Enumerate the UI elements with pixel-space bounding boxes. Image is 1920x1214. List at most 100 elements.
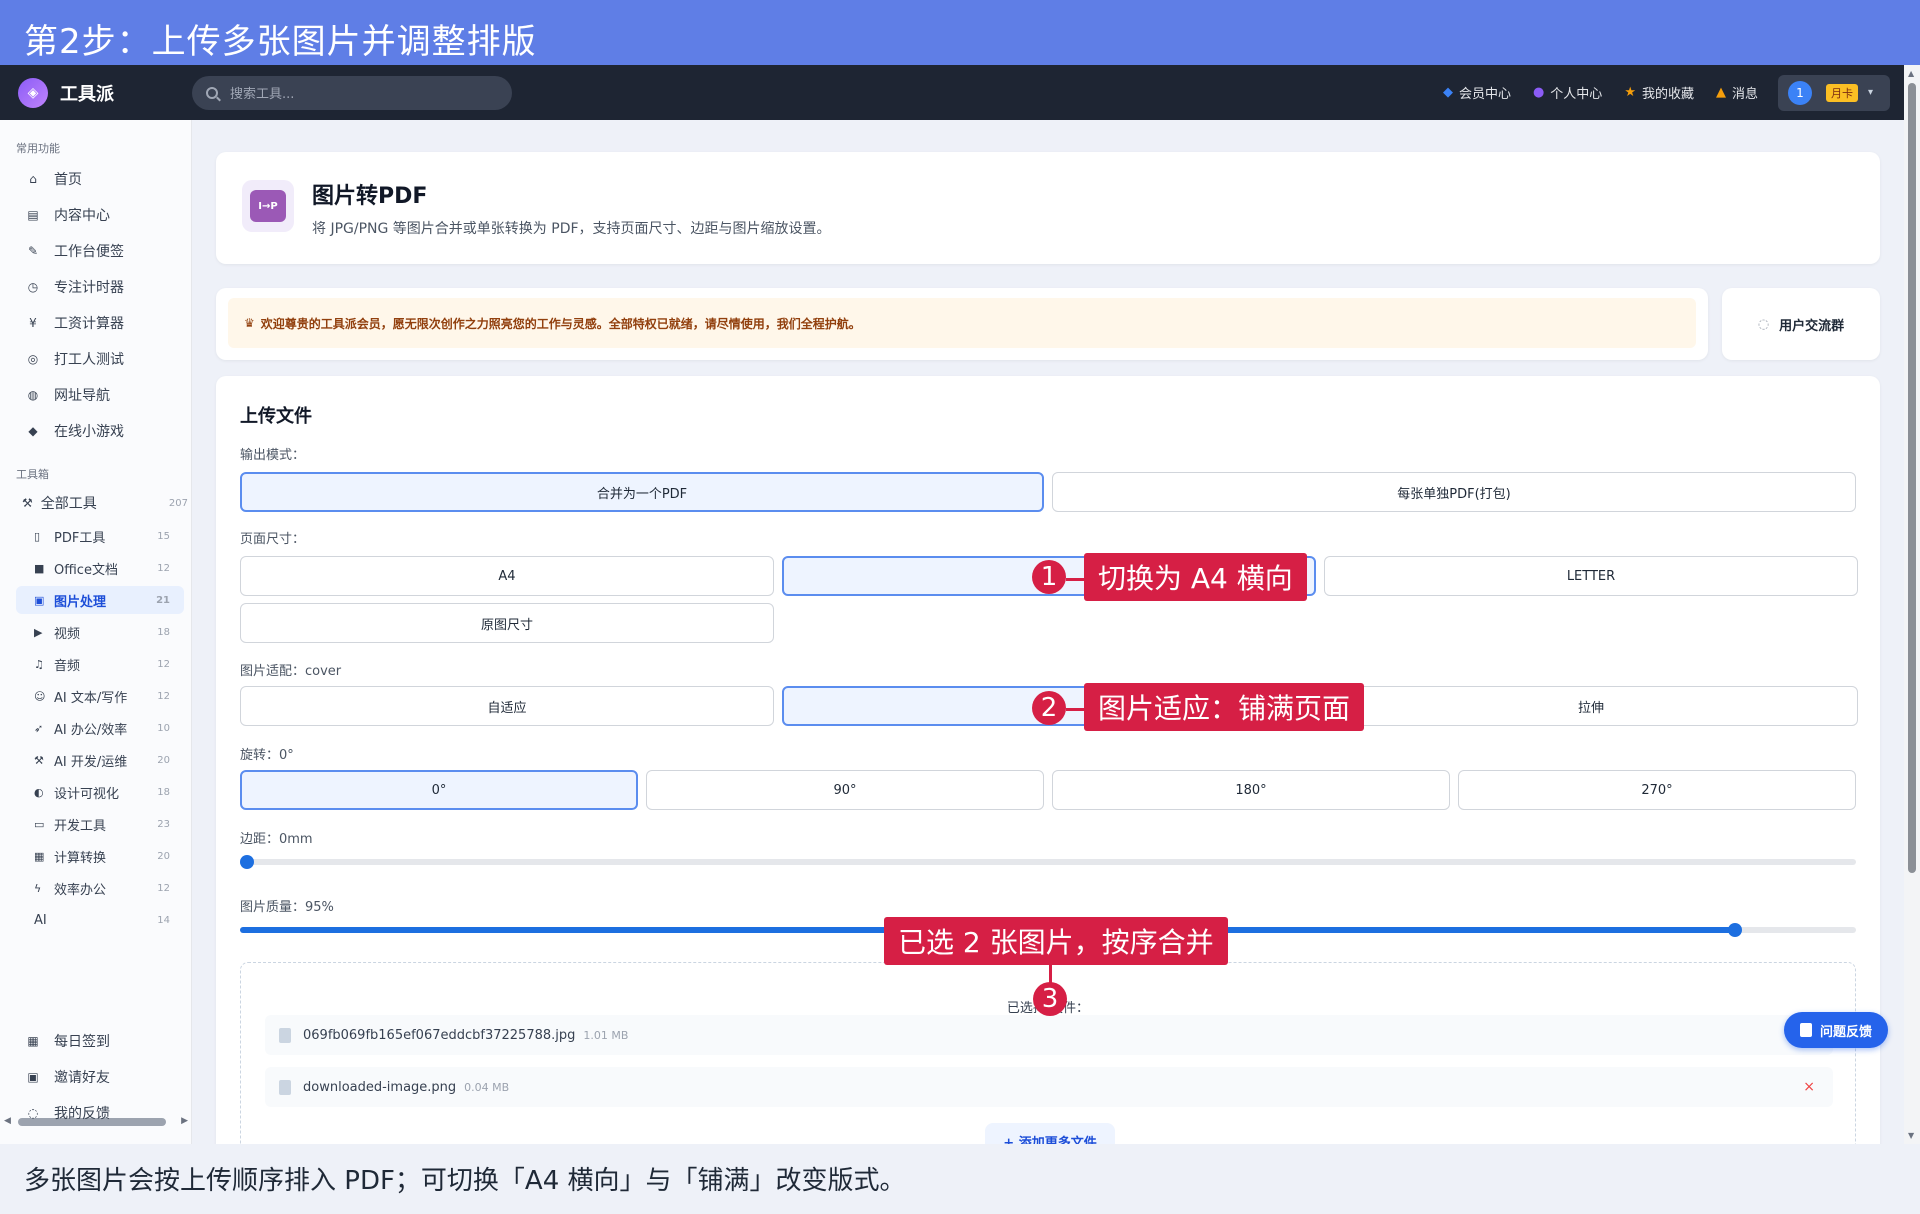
sidebar-item-home[interactable]: ⌂ 首页 [16, 164, 184, 194]
sidebar-category[interactable]: ➶ AI 办公/效率 10 [16, 714, 184, 742]
annotation-marker-1: 1 [1032, 560, 1066, 594]
sidebar-item-calendar[interactable]: ▦ 每日签到 [16, 1026, 184, 1056]
sidebar-item-label: 在线小游戏 [54, 424, 124, 440]
top-nav: ◈ 工具派 搜索工具... ◆ 会员中心 ● 个人中心 ★ 我的收藏 ▲ 消息 1 月卡 ▾ [0, 65, 1920, 120]
bolt-icon: ϟ [34, 881, 42, 895]
sidebar-category[interactable]: ■ Office文档 12 [16, 554, 184, 582]
sidebar-item-note[interactable]: ✎ 工作台便签 [16, 236, 184, 266]
nav-item-diamond[interactable]: ◆ 会员中心 [1443, 83, 1511, 102]
scroll-up-icon[interactable]: ▲ [1908, 69, 1914, 78]
page-size-option[interactable]: A4 [240, 556, 774, 596]
search-icon [206, 86, 218, 99]
rotation-option[interactable]: 90° [646, 770, 1044, 810]
logo-icon: ◈ [18, 77, 48, 108]
sidebar-item-label: AI [34, 912, 47, 928]
sidebar-item-label: 工资计算器 [54, 316, 124, 332]
tool-count: 12 [157, 690, 170, 702]
palette-icon: ◐ [34, 785, 44, 799]
feedback-button[interactable]: 问题反馈 [1784, 1012, 1888, 1048]
tool-count: 12 [157, 562, 170, 574]
sidebar-item-gift[interactable]: ▣ 邀请好友 [16, 1062, 184, 1092]
output-mode-option[interactable]: 每张单独PDF(打包) [1052, 472, 1856, 512]
tool-count: 20 [157, 850, 170, 862]
sidebar-item-label: 网址导航 [54, 388, 110, 404]
logo[interactable]: ◈ 工具派 [18, 77, 192, 108]
membership-badge: 月卡 [1826, 83, 1858, 102]
robot-icon: ☺ [34, 689, 46, 703]
nav-item-label: 消息 [1731, 87, 1758, 102]
rotation-option[interactable]: 0° [240, 770, 638, 810]
sidebar-item-label: 专注计时器 [54, 280, 124, 296]
scroll-left-icon[interactable]: ◀ [4, 1116, 11, 1126]
fit-mode-option[interactable]: 自适应 [240, 686, 774, 726]
scrollbar-thumb[interactable] [1908, 83, 1916, 873]
sidebar-category[interactable]: ☺ AI 文本/写作 12 [16, 682, 184, 710]
slider-knob[interactable] [240, 855, 254, 869]
slider-knob[interactable] [1727, 923, 1742, 937]
logo-text: 工具派 [60, 83, 114, 105]
sidebar-category[interactable]: ▣ 图片处理 21 [16, 586, 184, 614]
tool-count: 18 [157, 626, 170, 638]
tool-count: 12 [157, 658, 170, 670]
sidebar: 常用功能 工具箱 ⚒ 全部工具 207 ◀ ▶ ⌂ 首页 ▤ 内容中心 ✎ 工作台便签 ◷ 专… [0, 120, 192, 1144]
sidebar-category[interactable]: ▦ 计算转换 20 [16, 842, 184, 870]
user-menu[interactable]: 1 月卡 ▾ [1778, 74, 1890, 111]
tool-count: 14 [157, 914, 170, 926]
nav-item-label: 个人中心 [1550, 87, 1603, 102]
sidebar-item-target[interactable]: ◎ 打工人测试 [16, 344, 184, 374]
fit-mode-option[interactable]: 拉伸 [1324, 686, 1858, 726]
remove-file-icon[interactable]: × [1803, 1079, 1815, 1095]
sidebar-category[interactable]: ▯ PDF工具 15 [16, 522, 184, 550]
tool-count: 20 [157, 754, 170, 766]
sidebar-category[interactable]: ♫ 音频 12 [16, 650, 184, 678]
search-input[interactable]: 搜索工具... [192, 75, 512, 110]
margin-slider[interactable] [240, 855, 1856, 869]
annotation-callout-1: 切换为 A4 横向 [1084, 553, 1307, 601]
sidebar-category[interactable]: ⚒ AI 开发/运维 20 [16, 746, 184, 774]
sidebar-item-chat[interactable]: ◌ 我的反馈 [16, 1098, 184, 1128]
page-scrollbar[interactable]: ▲ ▼ [1904, 65, 1920, 1144]
page-title: 图片转PDF [312, 184, 428, 209]
output-mode-option[interactable]: 合并为一个PDF [240, 472, 1044, 512]
sidebar-item-gamepad[interactable]: ◆ 在线小游戏 [16, 416, 184, 446]
sidebar-item-timer[interactable]: ◷ 专注计时器 [16, 272, 184, 302]
chevron-down-icon: ▾ [1868, 87, 1874, 98]
nav-actions: ◆ 会员中心 ● 个人中心 ★ 我的收藏 ▲ 消息 1 月卡 ▾ [1421, 65, 1890, 120]
sidebar-item-globe[interactable]: ◍ 网址导航 [16, 380, 184, 410]
file-list-item: downloaded-image.png 0.04 MB × [265, 1067, 1833, 1107]
sidebar-item-salary[interactable]: ¥ 工资计算器 [16, 308, 184, 338]
sidebar-item-all-tools[interactable]: ⚒ 全部工具 207 [16, 488, 192, 518]
sidebar-item-label: 效率办公 [54, 882, 107, 898]
tool-header-card: I→P 图片转PDF 将 JPG/PNG 等图片合并或单张转换为 PDF，支持页… [216, 152, 1880, 264]
rotation-option[interactable]: 270° [1458, 770, 1856, 810]
sidebar-item-label: 每日签到 [54, 1034, 110, 1050]
sidebar-item-content[interactable]: ▤ 内容中心 [16, 200, 184, 230]
avatar: 1 [1788, 80, 1812, 105]
globe-icon: ◍ [27, 388, 39, 402]
welcome-text: 欢迎尊贵的工具派会员，愿无限次创作之力照亮您的工作与灵感。全部特权已就绪，请尽情… [260, 316, 861, 331]
rotation-option[interactable]: 180° [1052, 770, 1450, 810]
nav-item-star[interactable]: ★ 我的收藏 [1624, 83, 1694, 102]
sidebar-category[interactable]: ◐ 设计可视化 18 [16, 778, 184, 806]
page-size-option[interactable]: 原图尺寸 [240, 603, 774, 643]
wrench-icon: ⚒ [34, 753, 44, 767]
sidebar-category[interactable]: ϟ 效率办公 12 [16, 874, 184, 902]
page-size-option[interactable]: LETTER [1324, 556, 1858, 596]
sidebar-category[interactable]: ▭ 开发工具 23 [16, 810, 184, 838]
timer-icon: ◷ [27, 280, 39, 294]
gamepad-icon: ◆ [28, 424, 38, 438]
rotation-label: 旋转：0° [240, 748, 294, 763]
nav-item-bell[interactable]: ▲ 消息 [1716, 83, 1758, 102]
sidebar-category[interactable]: ▶ 视频 18 [16, 618, 184, 646]
upload-section-title: 上传文件 [240, 406, 312, 427]
pdf-icon: ▯ [34, 529, 41, 543]
nav-item-person[interactable]: ● 个人中心 [1533, 83, 1602, 102]
target-icon: ◎ [27, 352, 39, 366]
user-group-button[interactable]: ◌ 用户交流群 [1722, 288, 1880, 360]
image-icon: ▣ [34, 593, 45, 607]
scroll-down-icon[interactable]: ▼ [1908, 1131, 1914, 1140]
sidebar-item-label: 邀请好友 [54, 1070, 110, 1086]
sidebar-category[interactable]: AI 14 [16, 906, 184, 934]
annotation-callout-3: 已选 2 张图片，按序合并 [884, 917, 1228, 965]
sidebar-item-label: 音频 [54, 658, 81, 674]
